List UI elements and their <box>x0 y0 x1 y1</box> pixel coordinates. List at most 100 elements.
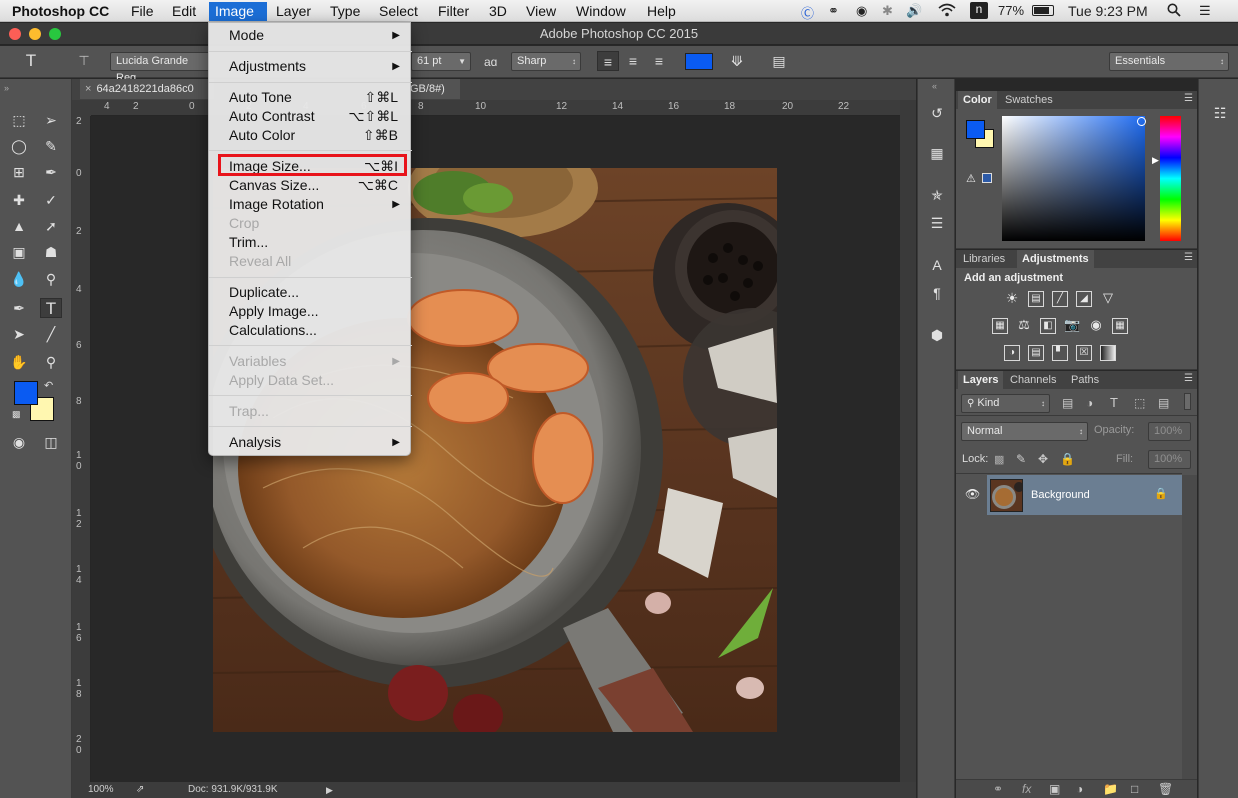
vertical-scrollbar[interactable] <box>900 100 916 782</box>
hue-slider[interactable] <box>1160 116 1181 241</box>
tool-presets-panel-icon[interactable]: ☰ <box>926 215 948 235</box>
toggle-text-orientation-icon[interactable]: ⊤ <box>73 51 95 71</box>
hue-saturation-icon[interactable]: ▦ <box>992 318 1008 334</box>
history-panel-icon[interactable]: ↺ <box>926 105 948 125</box>
tab-layers[interactable]: Layers <box>958 371 1004 389</box>
color-fg-swatch[interactable] <box>966 120 985 139</box>
menu-item-auto-tone[interactable]: Auto Tone ⇧⌘L <box>209 88 412 107</box>
bluetooth-icon[interactable]: ✱ <box>882 3 893 19</box>
antialias-select[interactable]: Sharp ↕ <box>511 52 581 71</box>
layer-filter-select[interactable]: ⚲ Kind ↕ <box>961 394 1050 413</box>
move-tool-icon[interactable]: ➢ <box>40 110 62 130</box>
layers-scrollbar[interactable] <box>1182 475 1197 779</box>
quick-selection-tool-icon[interactable]: ✎ <box>40 136 62 156</box>
visibility-eye-icon[interactable]: 👁 <box>965 487 980 501</box>
evernote-icon[interactable]: n <box>970 2 988 19</box>
volume-icon[interactable]: 🔊 <box>906 3 922 19</box>
color-balance-icon[interactable]: ⚖ <box>1016 318 1032 334</box>
menu-item-analysis[interactable]: Analysis ▶ <box>209 433 412 452</box>
font-size-select[interactable]: 61 pt ▼ <box>411 52 471 71</box>
ruler-origin[interactable] <box>72 100 91 116</box>
character-panel-icon[interactable]: A <box>926 257 948 277</box>
color-picker-handle[interactable] <box>1137 117 1146 126</box>
opacity-input[interactable]: 100% <box>1148 422 1191 441</box>
info-panel-icon[interactable]: ☷ <box>1209 105 1231 125</box>
type-tool-preset-icon[interactable]: T <box>20 51 42 71</box>
layer-row[interactable]: 👁 Background 🔒 <box>956 475 1182 515</box>
menu-help[interactable]: Help <box>641 2 682 21</box>
menu-item-canvas-size[interactable]: Canvas Size... ⌥⌘C <box>209 176 412 195</box>
menu-3d[interactable]: 3D <box>483 2 513 21</box>
notification-center-icon[interactable]: ☰ <box>1199 3 1211 19</box>
delete-layer-icon[interactable]: 🗑 <box>1158 782 1173 796</box>
brightness-contrast-icon[interactable]: ☀ <box>1004 291 1020 307</box>
3d-panel-icon[interactable]: ⬢ <box>926 327 948 347</box>
workspace-select[interactable]: Essentials ↕ <box>1109 52 1229 71</box>
path-selection-tool-icon[interactable]: ➤ <box>8 324 30 344</box>
brush-tool-icon[interactable]: ✓ <box>40 190 62 210</box>
line-tool-icon[interactable]: ╱ <box>40 324 62 344</box>
close-window-button[interactable] <box>9 28 21 40</box>
panel-menu-icon[interactable]: ☰ <box>1184 252 1193 263</box>
lock-position-icon[interactable]: ✥ <box>1038 452 1048 466</box>
share-icon[interactable]: ⇗ <box>136 782 144 798</box>
filter-type-layer-icon[interactable]: T <box>1110 395 1118 410</box>
paint-bucket-tool-icon[interactable]: ☗ <box>40 242 62 262</box>
eraser-tool-icon[interactable]: ▣ <box>8 242 30 262</box>
fill-input[interactable]: 100% <box>1148 450 1191 469</box>
layer-style-icon[interactable]: fx <box>1022 782 1031 796</box>
blur-tool-icon[interactable]: 💧 <box>8 269 30 289</box>
menu-item-image-rotation[interactable]: Image Rotation ▶ <box>209 195 412 214</box>
filter-pixel-layer-icon[interactable]: ▤ <box>1062 396 1073 410</box>
default-colors-icon[interactable]: ▩ <box>12 409 21 420</box>
levels-icon[interactable]: ▤ <box>1028 291 1044 307</box>
pen-tool-icon[interactable]: ✒ <box>8 298 30 318</box>
sync-icon[interactable]: ◉ <box>856 3 867 19</box>
crop-tool-icon[interactable]: ⊞ <box>8 162 30 182</box>
screen-mode-icon[interactable]: ◫ <box>40 432 62 452</box>
menu-item-auto-color[interactable]: Auto Color ⇧⌘B <box>209 126 412 145</box>
clock[interactable]: Tue 9:23 PM <box>1068 3 1148 19</box>
layer-name[interactable]: Background <box>1031 489 1090 501</box>
menu-item-calculations[interactable]: Calculations... <box>209 321 412 340</box>
hand-tool-icon[interactable]: ✋ <box>8 352 30 372</box>
tab-adjustments[interactable]: Adjustments <box>1017 250 1094 268</box>
menu-image[interactable]: Image <box>209 2 267 21</box>
close-tab-icon[interactable]: × <box>85 83 91 95</box>
posterize-icon[interactable]: ▤ <box>1028 345 1044 361</box>
align-center-icon[interactable]: ≡ <box>622 51 644 71</box>
threshold-icon[interactable]: ▘ <box>1052 345 1068 361</box>
black-white-icon[interactable]: ◧ <box>1040 318 1056 334</box>
zoom-level[interactable]: 100% <box>88 782 114 798</box>
properties-panel-icon[interactable]: ▦ <box>926 145 948 165</box>
text-color-swatch[interactable] <box>685 53 713 70</box>
zoom-tool-icon[interactable]: ⚲ <box>40 352 62 372</box>
foreground-color-swatch[interactable] <box>14 381 38 405</box>
paragraph-panel-icon[interactable]: ¶ <box>926 285 948 305</box>
color-lookup-icon[interactable]: ▦ <box>1112 318 1128 334</box>
menu-type[interactable]: Type <box>324 2 366 21</box>
invert-icon[interactable]: ◑ <box>1004 345 1020 361</box>
web-safe-swatch[interactable] <box>982 173 992 183</box>
menu-item-auto-contrast[interactable]: Auto Contrast ⌥⇧⌘L <box>209 107 412 126</box>
marquee-tool-icon[interactable]: ⬚ <box>8 110 30 130</box>
tab-channels[interactable]: Channels <box>1005 371 1061 389</box>
skype-icon[interactable]: Ⓒ <box>801 3 814 22</box>
character-panel-icon[interactable]: ▤ <box>768 51 790 71</box>
tab-libraries[interactable]: Libraries <box>958 250 1010 268</box>
new-group-icon[interactable]: 📁 <box>1103 782 1118 796</box>
curves-icon[interactable]: ╱ <box>1052 291 1068 307</box>
hue-slider-arrow-icon[interactable]: ▶ <box>1152 155 1159 166</box>
exposure-icon[interactable]: ◢ <box>1076 291 1092 307</box>
collapse-icon[interactable]: » <box>4 83 9 93</box>
panel-menu-icon[interactable]: ☰ <box>1184 373 1193 384</box>
add-mask-icon[interactable]: ▣ <box>1049 782 1060 796</box>
photo-filter-icon[interactable]: 📷 <box>1064 318 1080 334</box>
gradient-map-icon[interactable] <box>1100 345 1116 361</box>
spotlight-search-icon[interactable] <box>1167 3 1181 20</box>
filter-smart-object-icon[interactable]: ▤ <box>1158 396 1169 410</box>
type-tool-icon[interactable]: T <box>40 298 62 318</box>
creative-cloud-icon[interactable]: ⚭ <box>828 3 839 19</box>
wifi-icon[interactable] <box>938 3 956 20</box>
new-layer-icon[interactable]: □ <box>1131 782 1138 796</box>
